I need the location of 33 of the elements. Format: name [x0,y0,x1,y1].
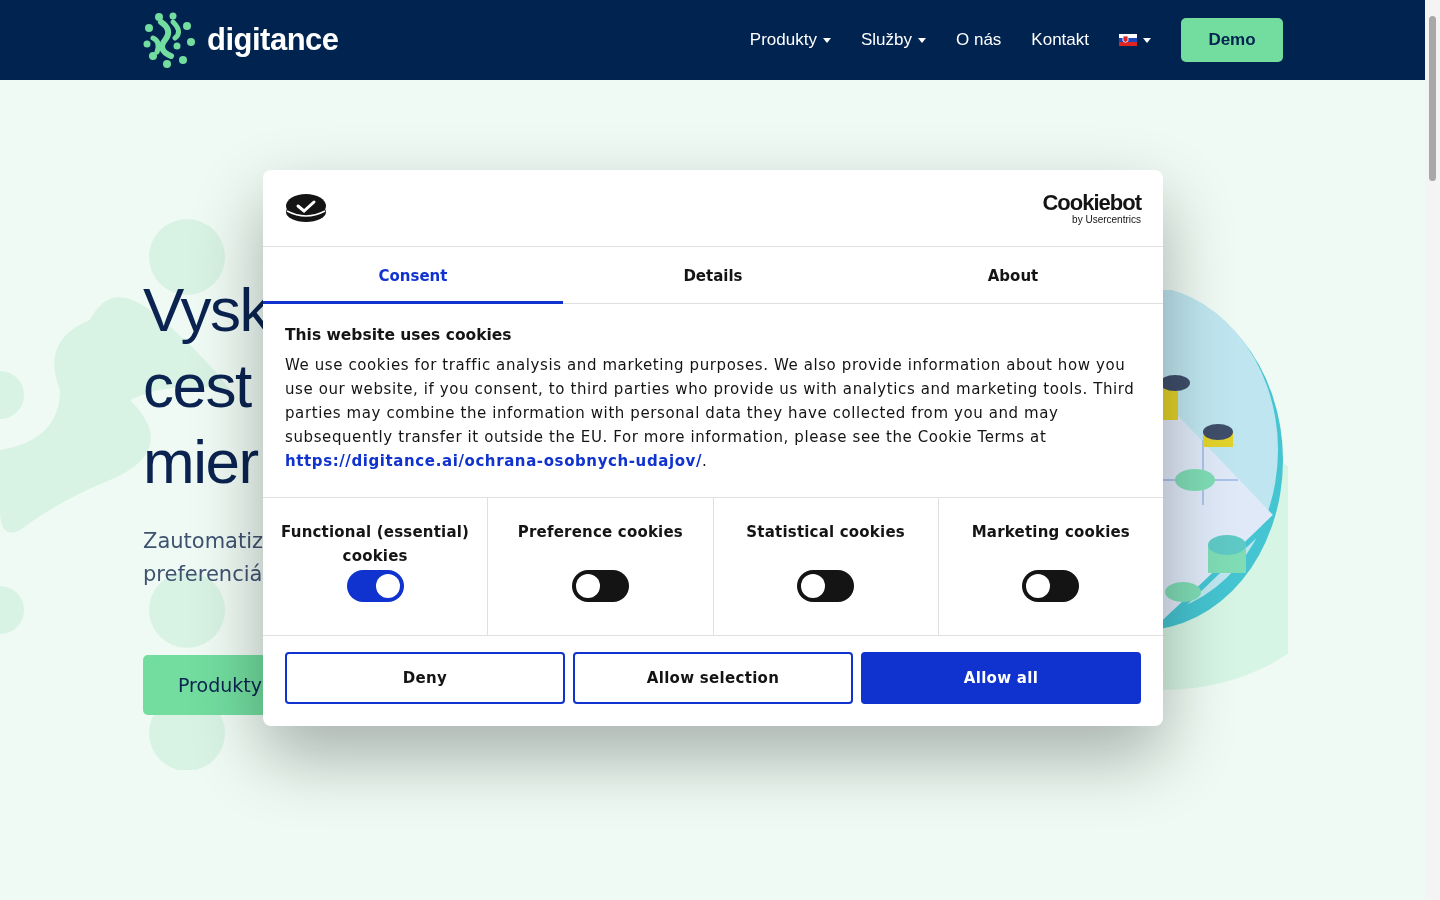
terms-link[interactable]: https://digitance.ai/ochrana-osobnych-udajov/ [285,452,703,470]
toggle-switch[interactable] [1022,570,1080,602]
toggle-switch[interactable] [346,570,404,602]
hero-heading: cest [143,350,251,422]
consent-button[interactable]: Allow selection [573,652,853,704]
category-label: Preference cookies [517,522,683,543]
logo-icon[interactable] [143,12,195,68]
consent-text: We use cookies for traffic analysis and marketing purposes. We also provide information about how you use our website, if you consent, to third parties who provide us with analytics and marketing tools. Third parties may combine the information with personal data they have collected from you and may subsequently transfer it outside the EU. For more information, please see the Cookie Terms at https://digitance.ai/ochrana-osobnych-udajov/. [285,355,1136,472]
hero-subtitle: Zautomatiz [143,528,264,555]
cookiebot-logo: Cookiebot [1042,191,1141,214]
dialog-tab[interactable]: About [863,247,1163,304]
toggle-switch[interactable] [571,570,629,602]
category-label: Functional (essential) cookies [280,522,471,567]
dialog-tab[interactable]: Details [563,247,863,304]
toggle-switch[interactable] [797,570,855,602]
dialog-tab[interactable]: Consent [263,247,563,304]
nav-link[interactable]: Služby [860,30,926,50]
category-label: Marketing cookies [971,522,1130,543]
cookiebot-tagline: by Usercentrics [1072,214,1141,225]
nav-link[interactable]: Kontakt [1031,30,1089,50]
nav-link[interactable]: Produkty [749,30,831,50]
cookie-check-icon [285,192,327,224]
category-label: Statistical cookies [746,522,905,543]
consent-button[interactable]: Deny [285,652,565,704]
hero-subtitle: preferenciá [143,561,263,588]
allow-all-button[interactable]: Allow all [861,652,1141,704]
scrollbar[interactable] [1425,0,1440,900]
hero-heading: mier [143,426,258,498]
nav-link[interactable]: O nás [956,30,1002,50]
demo-button[interactable]: Demo [1181,18,1283,62]
flag-icon[interactable] [1119,34,1137,46]
dialog-title: This website uses cookies [285,326,513,344]
brand-name[interactable]: digitance [207,22,339,58]
